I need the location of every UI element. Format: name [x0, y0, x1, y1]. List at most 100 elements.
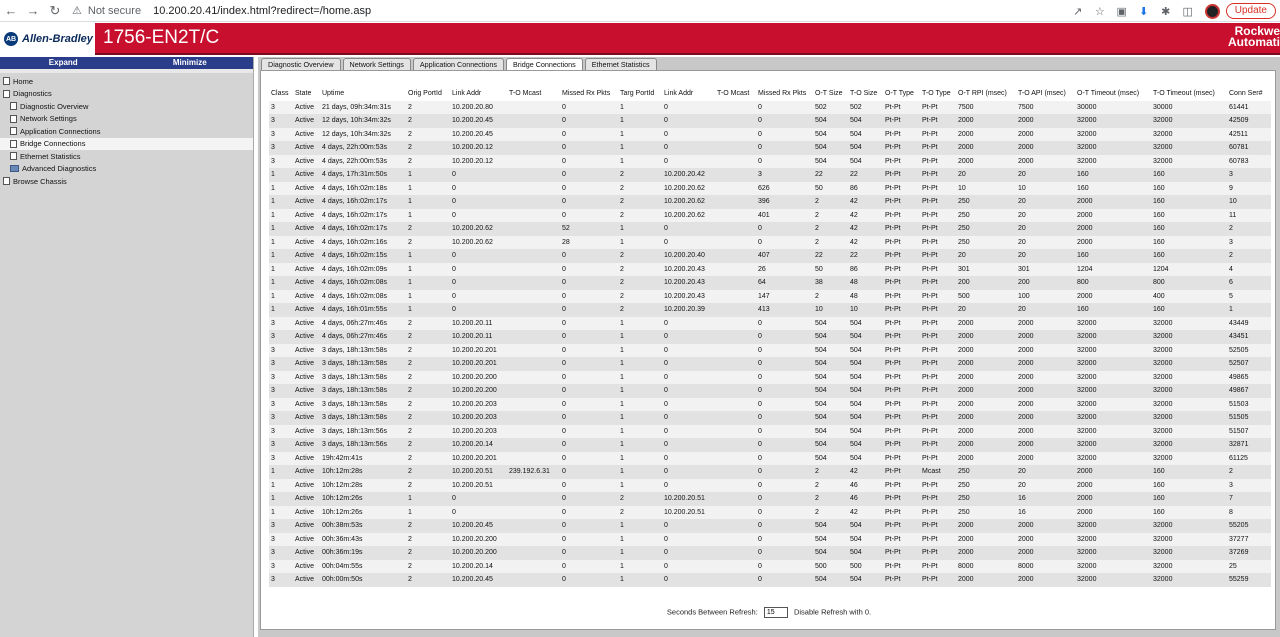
table-cell: 32000	[1153, 427, 1173, 435]
table-cell: 0	[758, 522, 762, 530]
address-bar[interactable]: ⚠ Not secure 10.200.20.41/index.html?red…	[72, 4, 371, 18]
table-cell: 0	[664, 549, 668, 557]
extensions-icon[interactable]: ✱	[1155, 5, 1177, 18]
table-cell: 2000	[1077, 495, 1093, 503]
brand-name: Allen-Bradley	[22, 33, 93, 45]
url-text[interactable]: 10.200.20.41/index.html?redirect=/home.a…	[153, 5, 371, 17]
table-cell: 10.200.20.62	[664, 198, 705, 206]
table-cell: 504	[850, 522, 862, 530]
table-cell: 32000	[1153, 346, 1173, 354]
table-cell: 504	[850, 333, 862, 341]
table-row: 3 Active 3 days, 18h:13m:58s 2 10.200.20.201…	[269, 357, 1271, 371]
warning-icon[interactable]: ⚠	[72, 4, 82, 17]
column-header-conn-ser: Conn Ser#	[1229, 90, 1263, 98]
table-cell	[507, 222, 560, 236]
table-cell: 0	[452, 292, 456, 300]
table-cell: 407	[758, 252, 770, 260]
sidebar-item-advanced-diagnostics[interactable]: Advanced Diagnostics	[0, 163, 253, 176]
reload-icon[interactable]: ↻	[44, 3, 66, 19]
table-cell: 250	[958, 198, 970, 206]
tab-bridge-connections[interactable]: Bridge Connections	[505, 58, 583, 70]
tab-application-connections[interactable]: Application Connections	[412, 58, 504, 70]
table-cell: 20	[1018, 171, 1026, 179]
table-cell: 3	[271, 400, 275, 408]
table-cell: 1	[408, 265, 412, 273]
tab-diagnostic-overview[interactable]: Diagnostic Overview	[261, 58, 341, 70]
table-cell: 1	[620, 468, 624, 476]
table-cell: 0	[758, 130, 762, 138]
table-cell: 3	[271, 144, 275, 152]
column-header-missed-rx-pkts: Missed Rx Pkts	[562, 90, 611, 98]
sidebar-item-browse-chassis[interactable]: Browse Chassis	[0, 175, 253, 188]
window-icon[interactable]: ▣	[1111, 5, 1133, 18]
table-cell: 502	[850, 103, 862, 111]
table-cell: 239.192.6.31	[509, 468, 550, 476]
table-cell: 500	[815, 562, 827, 570]
sidebar-item-bridge-connections[interactable]: Bridge Connections	[0, 137, 253, 150]
sidepanel-icon[interactable]: ◫	[1177, 5, 1199, 18]
table-row: 1 Active 4 days, 16h:02m:08s 1 0 0 2 10.200.20.…	[269, 289, 1271, 303]
sidebar-item-network-settings[interactable]: Network Settings	[0, 113, 253, 126]
table-cell	[715, 128, 756, 142]
table-cell: 250	[958, 238, 970, 246]
sidebar-item-diagnostic-overview[interactable]: Diagnostic Overview	[0, 100, 253, 113]
table-cell: 32000	[1153, 319, 1173, 327]
table-cell	[715, 209, 756, 223]
table-cell: 2000	[1077, 238, 1093, 246]
table-cell: 100	[1018, 292, 1030, 300]
sidebar-item-home[interactable]: Home	[0, 75, 253, 88]
table-cell: 1204	[1153, 265, 1169, 273]
table-cell: 0	[562, 468, 566, 476]
table-cell: 2	[1229, 468, 1233, 476]
table-cell: 4 days, 16h:02m:09s	[322, 265, 387, 273]
table-cell	[507, 492, 560, 506]
table-cell: 504	[850, 576, 862, 584]
table-cell: 32000	[1077, 454, 1097, 462]
table-cell: Pt-Pt	[885, 238, 901, 246]
table-row: 1 Active 4 days, 16h:02m:09s 1 0 0 2 10.200.20.…	[269, 262, 1271, 276]
table-cell: 16	[1018, 495, 1026, 503]
profile-avatar[interactable]	[1204, 3, 1220, 19]
refresh-seconds-input[interactable]	[763, 607, 788, 618]
tab-ethernet-statistics[interactable]: Ethernet Statistics	[584, 58, 657, 70]
table-cell: Pt-Pt	[885, 306, 901, 314]
refresh-label: Seconds Between Refresh:	[666, 607, 758, 617]
update-button[interactable]: Update	[1225, 3, 1276, 19]
sidebar-item-ethernet-statistics[interactable]: Ethernet Statistics	[0, 150, 253, 163]
tab-network-settings[interactable]: Network Settings	[342, 58, 411, 70]
table-cell: 4 days, 22h:00m:53s	[322, 144, 387, 152]
expand-button[interactable]: Expand	[0, 57, 127, 69]
table-cell: 50	[815, 184, 823, 192]
star-icon[interactable]: ☆	[1089, 5, 1111, 18]
table-cell: 2000	[1077, 198, 1093, 206]
table-cell: Pt-Pt	[922, 198, 938, 206]
table-cell: 0	[452, 184, 456, 192]
table-cell: 0	[562, 508, 566, 516]
download-icon[interactable]: ⬇	[1133, 5, 1155, 18]
table-cell: 1	[620, 130, 624, 138]
share-icon[interactable]: ↗	[1067, 5, 1089, 18]
table-cell: 4 days, 16h:02m:16s	[322, 238, 387, 246]
sidebar-item-application-connections[interactable]: Application Connections	[0, 125, 253, 138]
table-cell	[715, 371, 756, 385]
table-cell: 55259	[1229, 576, 1249, 584]
browser-actions: ↗ ☆ ▣ ⬇ ✱ ◫ Update	[1067, 0, 1280, 22]
forward-arrow-icon[interactable]: →	[22, 3, 44, 18]
table-cell: Pt-Pt	[885, 508, 901, 516]
table-cell: 3	[271, 387, 275, 395]
table-cell: Active	[295, 576, 315, 584]
table-cell	[715, 506, 756, 520]
table-cell: 2000	[1018, 400, 1034, 408]
table-cell: 0	[664, 387, 668, 395]
minimize-button[interactable]: Minimize	[127, 57, 254, 69]
back-arrow-icon[interactable]: ←	[0, 3, 22, 18]
table-row: 3 Active 12 days, 10h:34m:32s 2 10.200.20.45…	[269, 114, 1271, 128]
table-cell: 20	[1018, 238, 1026, 246]
table-cell: Active	[295, 225, 315, 233]
sidebar-item-label: Diagnostics	[13, 89, 52, 99]
table-cell: 10	[850, 306, 858, 314]
sidebar-item-label: Network Settings	[20, 114, 77, 124]
table-cell: Pt-Pt	[922, 225, 938, 233]
sidebar-item-diagnostics[interactable]: Diagnostics	[0, 88, 253, 101]
table-cell: 1	[408, 279, 412, 287]
